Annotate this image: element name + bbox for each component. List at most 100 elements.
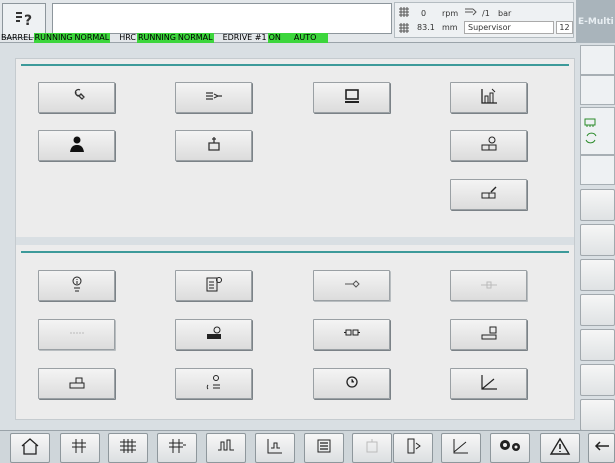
back-arrow-icon: [593, 436, 611, 460]
nav-settings[interactable]: [490, 433, 530, 463]
monitor-icon: [342, 87, 362, 108]
right-slot: [580, 45, 615, 75]
status-mode: NORMAL: [176, 33, 214, 43]
status-state: RUNNING: [33, 33, 74, 43]
heater-icon: [584, 112, 598, 131]
mold-button[interactable]: [175, 130, 252, 161]
heating-icon: [166, 436, 188, 460]
cycle-icon: [584, 130, 598, 149]
production-chart-button[interactable]: [450, 82, 527, 113]
nav-trend[interactable]: [441, 433, 481, 463]
side-button[interactable]: [580, 364, 615, 396]
operator-button[interactable]: [38, 130, 115, 161]
network-device-button[interactable]: [450, 319, 527, 350]
nav-barrel[interactable]: [108, 433, 148, 463]
production-chart-icon: [479, 87, 499, 108]
speed-value: 0: [421, 9, 427, 18]
section-divider: [21, 251, 569, 253]
side-button[interactable]: [580, 399, 615, 431]
nav-home[interactable]: [10, 433, 50, 463]
device-settings-button[interactable]: [175, 319, 252, 350]
clock-button[interactable]: [313, 368, 390, 399]
nav-heating[interactable]: [157, 433, 197, 463]
pressure-value: /1: [482, 9, 490, 18]
right-status-panel: [580, 107, 615, 155]
settings-icon: [497, 436, 523, 460]
side-button[interactable]: [580, 329, 615, 361]
door-icon: [402, 436, 424, 460]
service-tool-button[interactable]: [313, 270, 390, 301]
graph-button[interactable]: [450, 368, 527, 399]
tool-settings-icon: [204, 87, 224, 108]
svg-text:?: ?: [24, 13, 32, 29]
module-edit-icon: [479, 184, 499, 205]
device-settings-icon: [204, 324, 224, 345]
nav-list[interactable]: [304, 433, 344, 463]
screw-icon: [398, 6, 410, 20]
side-button[interactable]: [580, 259, 615, 291]
mold-icon: [204, 135, 224, 156]
status-mode: NORMAL: [73, 33, 111, 43]
tray-icon: [67, 373, 87, 394]
position-value: 83.1: [417, 23, 435, 32]
nav-alarm[interactable]: [540, 433, 580, 463]
side-button[interactable]: [580, 189, 615, 221]
machine-icon: [361, 436, 383, 460]
temperature-icon: [264, 436, 286, 460]
status-state: RUNNING: [136, 33, 177, 43]
link-button[interactable]: [313, 319, 390, 350]
speed-unit: rpm: [442, 9, 459, 18]
tray-button[interactable]: [38, 368, 115, 399]
help-icon: ?: [13, 9, 35, 33]
alarm-icon: [549, 436, 571, 460]
side-button[interactable]: [580, 224, 615, 256]
section-divider: [21, 64, 569, 66]
right-slot: [580, 155, 615, 185]
connection-icon: [479, 275, 499, 296]
profile-icon: [215, 436, 237, 460]
barrel-icon: [117, 436, 139, 460]
list-icon: [313, 436, 335, 460]
dots-button[interactable]: [38, 319, 115, 350]
sensor-user-button[interactable]: [175, 368, 252, 399]
dots-icon: [67, 324, 87, 345]
brand-logo: E-Multi: [576, 0, 615, 43]
module-edit-button[interactable]: [450, 179, 527, 210]
info-button[interactable]: [38, 270, 115, 301]
user-level: Supervisor: [464, 21, 554, 34]
bottom-nav: [0, 430, 615, 463]
monitor-button[interactable]: [313, 82, 390, 113]
nav-back[interactable]: [588, 433, 615, 463]
status-label: EDRIVE #1: [222, 33, 267, 42]
nav-temperature[interactable]: [255, 433, 295, 463]
module-config-button[interactable]: [450, 130, 527, 161]
nav-door[interactable]: [393, 433, 433, 463]
header-bar: ? BARREL RUNNING NORMAL HRC RUNNING NORM…: [0, 0, 615, 43]
pressure-icon: [464, 7, 478, 19]
trend-icon: [450, 436, 472, 460]
document-search-button[interactable]: [175, 270, 252, 301]
section-separator: [16, 237, 574, 245]
right-slot: [580, 75, 615, 105]
pressure-unit: bar: [498, 9, 512, 18]
clock-icon: [342, 373, 362, 394]
screw-icon: [398, 22, 410, 36]
service-tool-icon: [342, 275, 362, 296]
connection-button[interactable]: [450, 270, 527, 301]
status-mode: AUTO: [281, 33, 329, 43]
wrench-button[interactable]: [38, 82, 115, 113]
user-number: 12: [556, 21, 573, 34]
operator-user-icon: [67, 135, 87, 156]
tool-settings-button[interactable]: [175, 82, 252, 113]
nav-profile[interactable]: [206, 433, 246, 463]
network-device-icon: [479, 324, 499, 345]
side-button[interactable]: [580, 294, 615, 326]
screen: ? BARREL RUNNING NORMAL HRC RUNNING NORM…: [0, 0, 615, 463]
home-icon: [19, 436, 41, 460]
nav-injection[interactable]: [60, 433, 100, 463]
document-search-icon: [204, 275, 224, 296]
sensor-user-icon: [204, 373, 224, 394]
main-panel: [15, 58, 575, 420]
machine-readout: 0 rpm /1 bar 83.1 mm Supervisor 12: [394, 2, 574, 38]
nav-machine[interactable]: [352, 433, 392, 463]
